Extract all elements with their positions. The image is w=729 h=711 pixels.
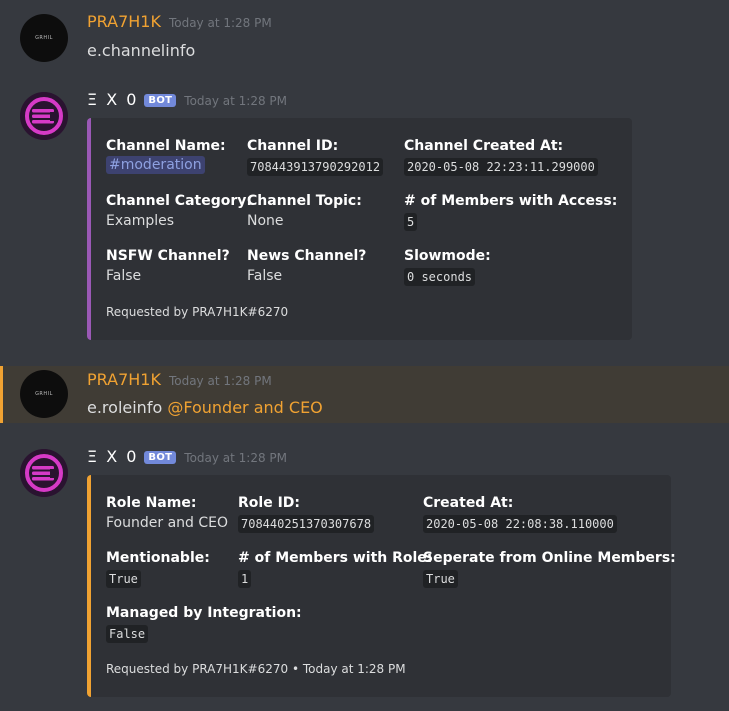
embed-field: Channel ID: 708443913790292012	[247, 138, 384, 176]
field-value: None	[247, 213, 284, 229]
embed-footer: Requested by PRA7H1K#6270	[106, 305, 289, 319]
field-value: False	[106, 268, 142, 284]
field-name: Managed by Integration:	[106, 605, 302, 621]
embed-field: Role ID: 708440251370307678	[238, 495, 375, 533]
embed-field: Seperate from Online Members: True	[423, 550, 676, 588]
bot-avatar[interactable]	[20, 449, 68, 497]
field-name: Slowmode:	[404, 248, 491, 264]
user-avatar[interactable]: GRHIL	[20, 14, 68, 62]
field-name: Created At:	[423, 495, 514, 511]
field-value-code: 708440251370307678	[238, 515, 375, 533]
bot-logo-icon	[20, 92, 68, 140]
avatar-text: GRHIL	[35, 391, 53, 397]
field-value-code: 5	[404, 213, 418, 231]
field-value: Examples	[106, 213, 175, 229]
field-value-code: 2020-05-08 22:08:38.110000	[423, 515, 617, 533]
field-value-code: True	[106, 570, 141, 588]
embed-field: Created At: 2020-05-08 22:08:38.110000	[423, 495, 617, 533]
message-content: e.roleinfo @Founder and CEO	[87, 398, 323, 417]
field-name: Channel Topic:	[247, 193, 362, 209]
field-name: Mentionable:	[106, 550, 210, 566]
embed-footer: Requested by PRA7H1K#6270 • Today at 1:2…	[106, 662, 406, 676]
author-name[interactable]: Ξ X 0	[87, 90, 138, 109]
embed-field: News Channel? False	[247, 248, 366, 284]
field-value-code: 2020-05-08 22:23:11.299000	[404, 158, 598, 176]
field-value-code: 0 seconds	[404, 268, 476, 286]
field-name: NSFW Channel?	[106, 248, 230, 264]
embed-field: Mentionable: True	[106, 550, 210, 588]
embed-field: # of Members with Access: 5	[404, 193, 617, 231]
field-value-code: True	[423, 570, 458, 588]
avatar-text: GRHIL	[35, 35, 53, 41]
field-name: Channel ID:	[247, 138, 339, 154]
message-timestamp: Today at 1:28 PM	[168, 16, 272, 30]
message-timestamp: Today at 1:28 PM	[184, 451, 288, 465]
bot-avatar[interactable]	[20, 92, 68, 140]
message-timestamp: Today at 1:28 PM	[184, 94, 288, 108]
bot-tag: BOT	[144, 94, 177, 107]
field-name: # of Members with Role:	[238, 550, 433, 566]
field-name: Seperate from Online Members:	[423, 550, 676, 566]
author-name[interactable]: Ξ X 0	[87, 447, 138, 466]
field-name: Role ID:	[238, 495, 300, 511]
field-name: Channel Category:	[106, 193, 252, 209]
embed-field: Role Name: Founder and CEO	[106, 495, 228, 531]
field-name: Role Name:	[106, 495, 197, 511]
field-value-code: False	[106, 625, 149, 643]
bot-tag: BOT	[144, 451, 177, 464]
channel-info-embed: Channel Name: #moderation Channel ID: 70…	[87, 118, 632, 340]
field-name: News Channel?	[247, 248, 367, 264]
embed-field: Channel Name: #moderation	[106, 138, 226, 174]
author-name[interactable]: PRA7H1K	[87, 370, 161, 389]
message-content: e.channelinfo	[87, 41, 196, 60]
field-value-code: 1	[238, 570, 252, 588]
embed-field: Channel Category: Examples	[106, 193, 252, 229]
embed-field: Channel Created At: 2020-05-08 22:23:11.…	[404, 138, 598, 176]
embed-field: Channel Topic: None	[247, 193, 362, 229]
role-mention[interactable]: @Founder and CEO	[167, 398, 322, 417]
field-name: # of Members with Access:	[404, 193, 618, 209]
embed-field: NSFW Channel? False	[106, 248, 230, 284]
bot-logo-icon	[20, 449, 68, 497]
embed-field: # of Members with Role: 1	[238, 550, 432, 588]
field-value: False	[247, 268, 283, 284]
field-value: Founder and CEO	[106, 515, 229, 531]
user-avatar[interactable]: GRHIL	[20, 370, 68, 418]
channel-mention-link[interactable]: #moderation	[106, 156, 205, 174]
field-name: Channel Created At:	[404, 138, 564, 154]
message-user-channelinfo: GRHIL PRA7H1K Today at 1:28 PM e.channel…	[0, 0, 729, 80]
author-name[interactable]: PRA7H1K	[87, 12, 161, 31]
field-name: Channel Name:	[106, 138, 226, 154]
role-info-embed: Role Name: Founder and CEO Role ID: 7084…	[87, 475, 676, 697]
embed-field: Managed by Integration: False	[106, 605, 302, 643]
embed-field: Slowmode: 0 seconds	[404, 248, 491, 286]
field-value-code: 708443913790292012	[247, 158, 384, 176]
message-timestamp: Today at 1:28 PM	[168, 374, 272, 388]
command-text: e.roleinfo	[87, 398, 163, 417]
